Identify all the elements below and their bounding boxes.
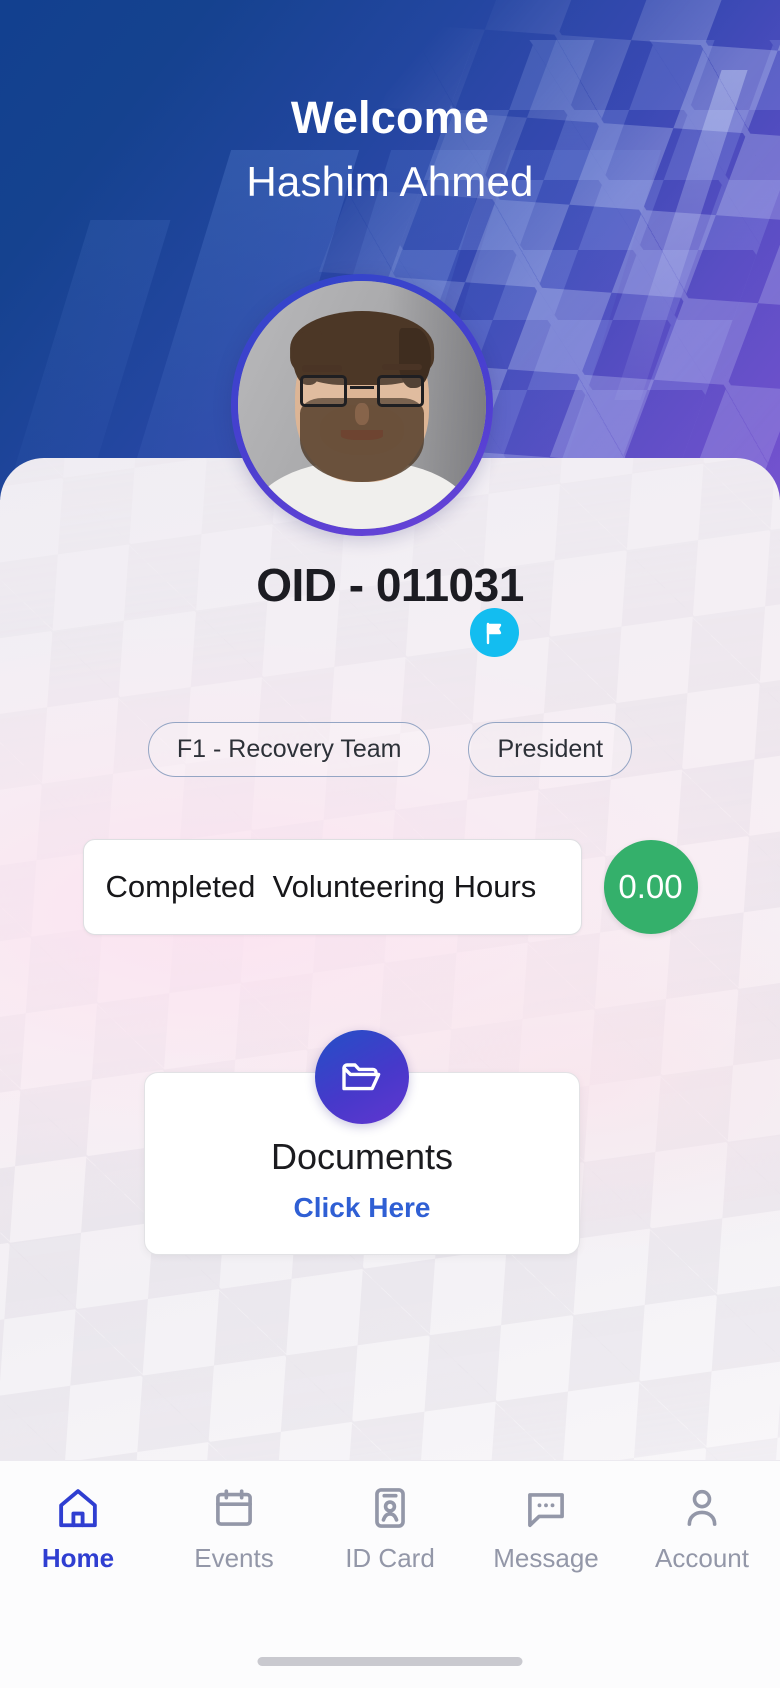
- documents-title: Documents: [270, 1136, 454, 1177]
- nav-label-home: Home: [41, 1543, 115, 1573]
- flag-icon: [483, 621, 507, 645]
- person-icon: [679, 1485, 725, 1531]
- nav-label-message: Message: [493, 1543, 599, 1573]
- flag-badge[interactable]: [470, 608, 519, 657]
- oid-label: OID - 011031: [256, 559, 524, 611]
- nav-item-id-card[interactable]: ID Card: [312, 1485, 468, 1574]
- chat-icon: [523, 1485, 569, 1531]
- nav-label-events: Events: [194, 1543, 274, 1573]
- home-indicator: [257, 1657, 523, 1666]
- nav-item-home[interactable]: Home: [0, 1485, 156, 1574]
- welcome-label: Welcome: [290, 92, 490, 143]
- documents-card[interactable]: Documents Click Here: [144, 1030, 580, 1255]
- role-chips: F1 - Recovery Team President: [0, 722, 780, 777]
- nav-label-account: Account: [655, 1543, 749, 1573]
- nav-item-message[interactable]: Message: [468, 1485, 624, 1574]
- volunteering-row: Completed Volunteering Hours 0.00: [0, 839, 780, 935]
- nav-item-events[interactable]: Events: [156, 1485, 312, 1574]
- folder-open-icon: [315, 1030, 409, 1124]
- volunteering-hours-label: Completed Volunteering Hours: [82, 839, 582, 935]
- app-screen: Welcome Hashim Ahmed OID - 011031 F1 - R…: [0, 0, 780, 1688]
- avatar[interactable]: [231, 274, 493, 536]
- avatar-image: [238, 281, 486, 529]
- user-name: Hashim Ahmed: [246, 158, 534, 205]
- nav-item-account[interactable]: Account: [624, 1485, 780, 1574]
- chip-team[interactable]: F1 - Recovery Team: [147, 722, 431, 777]
- home-icon: [55, 1485, 101, 1531]
- chip-role[interactable]: President: [468, 722, 633, 777]
- volunteering-hours-value: 0.00: [603, 840, 698, 934]
- nav-label-id-card: ID Card: [345, 1543, 435, 1573]
- bottom-navigation-bar: Home Events ID Card Message Account: [0, 1460, 780, 1688]
- documents-click-here-link[interactable]: Click Here: [144, 1192, 580, 1224]
- calendar-icon: [211, 1485, 257, 1531]
- id-card-icon: [367, 1485, 413, 1531]
